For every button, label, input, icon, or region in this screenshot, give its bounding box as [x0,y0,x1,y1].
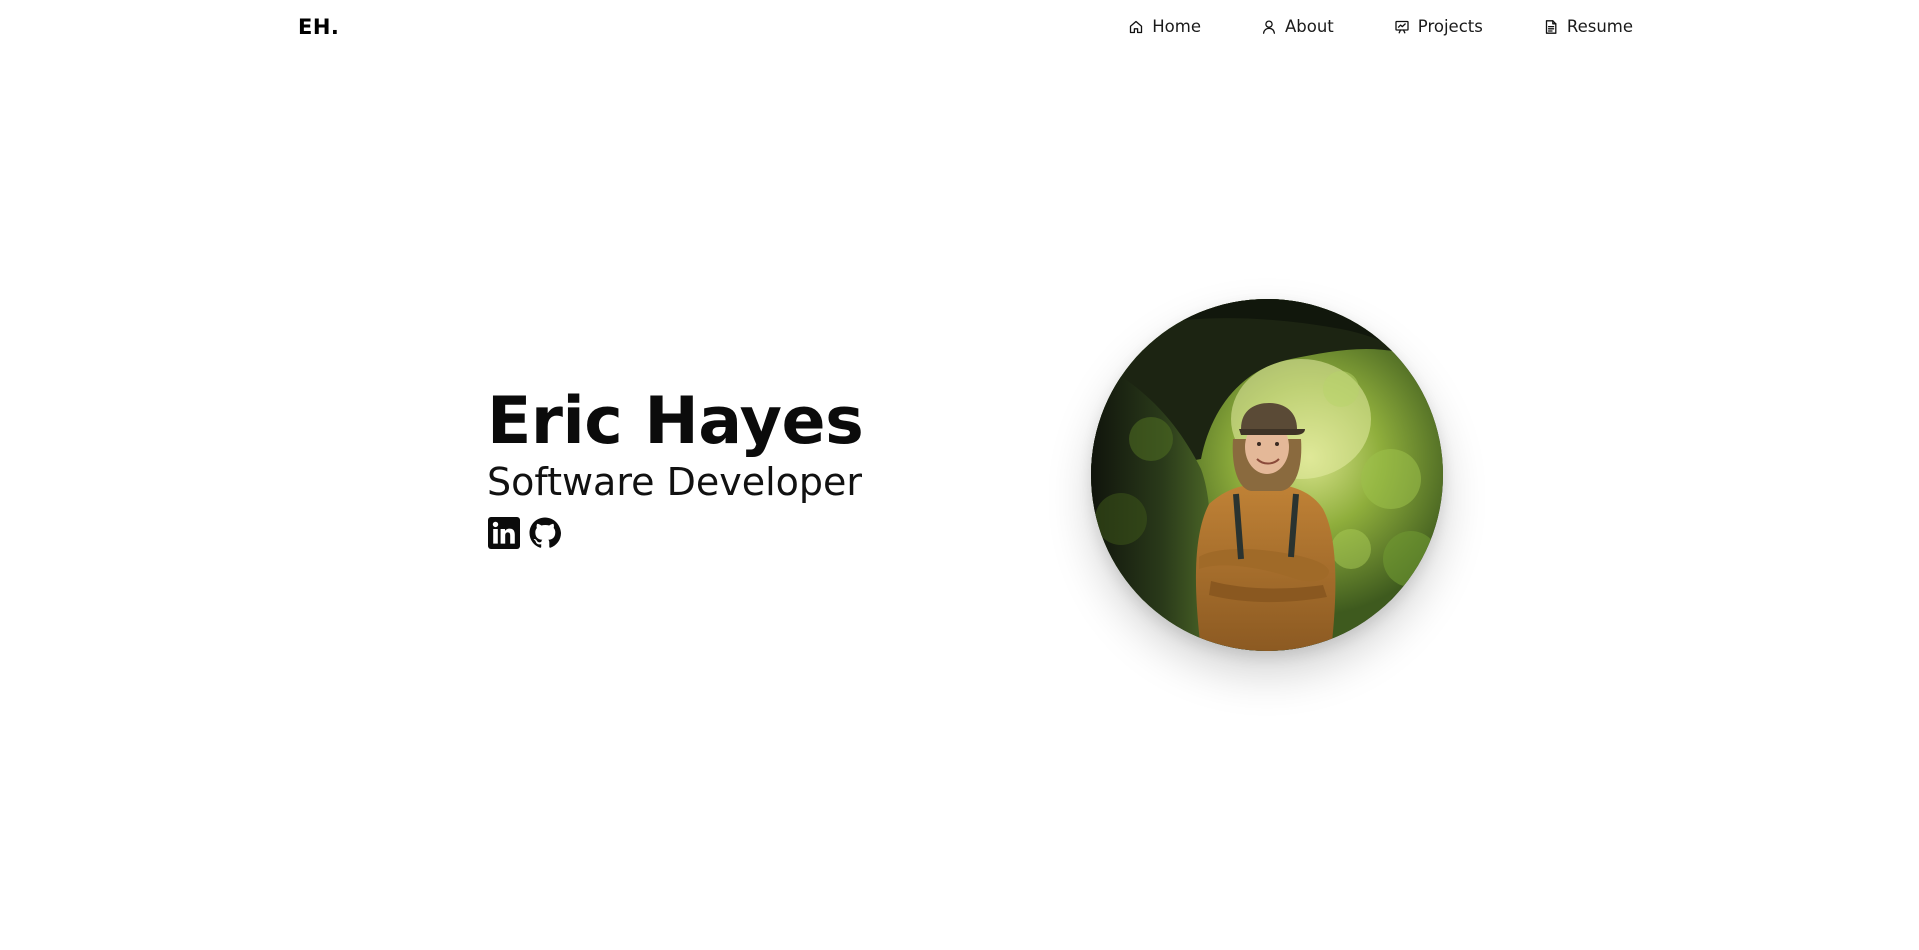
nav-label-resume: Resume [1566,17,1633,36]
hero-name: Eric Hayes [487,384,864,459]
nav-label-home: Home [1152,17,1201,36]
hero-role: Software Developer [487,460,863,504]
nav-item-projects[interactable]: Projects [1394,17,1483,36]
nav-item-home[interactable]: Home [1128,17,1201,36]
linkedin-icon [487,516,521,550]
nav-item-about[interactable]: About [1261,17,1334,36]
nav-label-projects: Projects [1417,17,1483,36]
nav-links: Home About Projects Resume [1068,17,1633,36]
navbar: EH. Home About Projects Resume [0,0,1919,58]
linkedin-link[interactable] [487,516,521,550]
github-link[interactable] [528,516,562,550]
brand-logo[interactable]: EH. [298,15,339,39]
user-icon [1261,19,1277,35]
profile-photo [1091,299,1443,651]
hero-section: Eric Hayes Software Developer [487,384,864,550]
profile-photo-illustration [1091,299,1443,651]
home-icon [1128,19,1144,35]
document-icon [1543,19,1559,35]
nav-label-about: About [1284,17,1334,36]
github-icon [528,516,562,550]
presentation-icon [1394,19,1410,35]
social-links [487,516,863,550]
nav-item-resume[interactable]: Resume [1543,17,1633,36]
page: EH. Home About Projects Resume Eric Haye… [0,0,1919,950]
